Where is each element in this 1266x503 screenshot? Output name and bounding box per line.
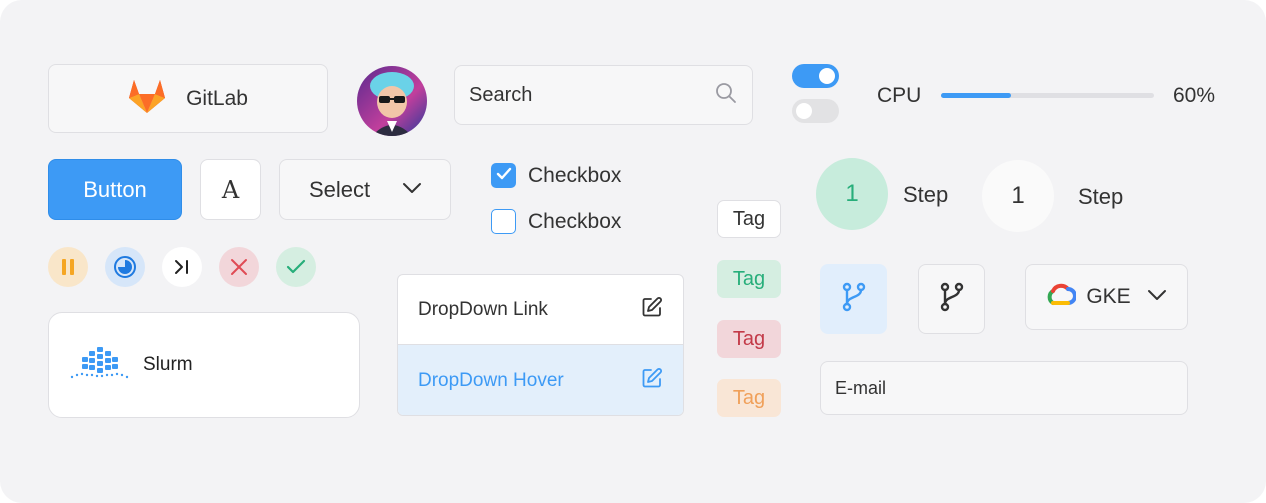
slurm-logo xyxy=(69,345,133,386)
checkbox-unchecked[interactable] xyxy=(491,209,516,234)
step-label: Step xyxy=(1078,184,1124,209)
pause-icon[interactable] xyxy=(48,247,88,287)
tag-warning[interactable]: Tag xyxy=(717,379,781,417)
toggle-off[interactable] xyxy=(792,99,839,123)
gitlab-button[interactable]: GitLab xyxy=(48,64,328,133)
skip-icon[interactable] xyxy=(162,247,202,287)
toggle-on[interactable] xyxy=(792,64,839,88)
search-box[interactable] xyxy=(454,65,753,125)
chevron-down-icon xyxy=(402,181,422,199)
step-label: Step xyxy=(903,182,949,207)
tag-default[interactable]: Tag xyxy=(717,200,781,238)
branch-button-active[interactable] xyxy=(820,264,887,334)
edit-icon xyxy=(641,296,663,324)
cpu-label: CPU xyxy=(877,84,922,107)
chevron-down-icon xyxy=(1147,288,1167,306)
email-field[interactable] xyxy=(835,377,1165,399)
tag-danger[interactable]: Tag xyxy=(717,320,781,358)
dropdown-menu: DropDown Link DropDown Hover xyxy=(397,274,684,416)
primary-button[interactable]: Button xyxy=(48,159,182,220)
step-indicator[interactable]: 1 xyxy=(982,160,1054,232)
avatar[interactable] xyxy=(357,66,427,136)
search-input[interactable] xyxy=(469,83,689,107)
gke-select[interactable]: GKE xyxy=(1025,264,1188,330)
checkbox-label: Checkbox xyxy=(528,164,622,187)
cpu-progress-fill xyxy=(941,93,1012,98)
font-button[interactable]: A xyxy=(200,159,261,220)
dropdown-item-label: DropDown Hover xyxy=(418,369,564,391)
checkbox-label: Checkbox xyxy=(528,210,622,233)
checkbox-checked[interactable] xyxy=(491,163,516,188)
gke-label: GKE xyxy=(1086,285,1131,308)
select-dropdown[interactable]: Select xyxy=(279,159,451,220)
check-icon xyxy=(496,167,512,185)
toggle-knob xyxy=(819,68,835,84)
tag-success[interactable]: Tag xyxy=(717,260,781,298)
branch-icon xyxy=(841,282,867,317)
dropdown-item-label: DropDown Link xyxy=(418,298,548,320)
dropdown-item-link[interactable]: DropDown Link xyxy=(398,275,683,345)
gitlab-label: GitLab xyxy=(186,86,248,110)
dropdown-item-hover[interactable]: DropDown Hover xyxy=(398,345,683,415)
step-indicator-active[interactable]: 1 xyxy=(816,158,888,230)
branch-button[interactable] xyxy=(918,264,985,334)
edit-icon xyxy=(641,367,663,395)
slurm-label: Slurm xyxy=(143,354,193,375)
toggle-knob xyxy=(796,103,812,119)
search-icon[interactable] xyxy=(714,81,738,110)
gitlab-icon xyxy=(128,78,166,119)
select-label: Select xyxy=(309,176,371,202)
cpu-progress-bar xyxy=(941,93,1154,98)
progress-icon[interactable] xyxy=(105,247,145,287)
branch-icon xyxy=(939,282,965,317)
check-icon[interactable] xyxy=(276,247,316,287)
email-field-box[interactable] xyxy=(820,361,1188,415)
close-icon[interactable] xyxy=(219,247,259,287)
slurm-card[interactable]: Slurm xyxy=(48,312,360,418)
google-cloud-icon xyxy=(1044,283,1077,312)
cpu-value: 60% xyxy=(1173,84,1216,107)
